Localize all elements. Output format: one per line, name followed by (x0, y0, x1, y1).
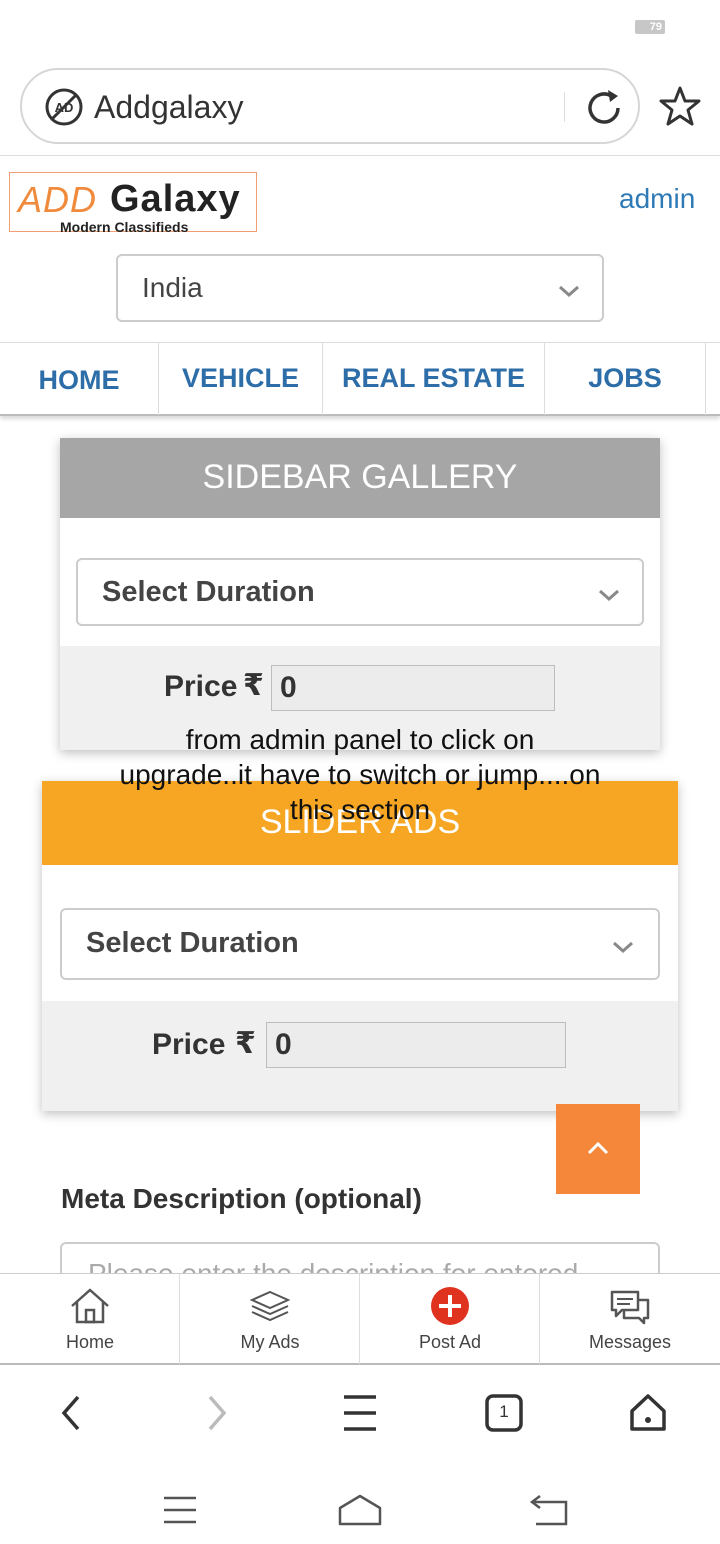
bookmark-star-icon[interactable] (658, 84, 702, 128)
annotation-line-3: this section (289, 794, 431, 825)
country-select[interactable]: India (116, 254, 604, 322)
browser-toolbar: 1 (0, 1365, 720, 1465)
chat-icon (610, 1290, 650, 1325)
home-page-icon[interactable] (624, 1389, 672, 1437)
layers-icon (249, 1290, 291, 1322)
app-tab-label: Messages (588, 1332, 672, 1352)
menu-icon[interactable] (336, 1389, 384, 1437)
nav-item-home[interactable]: HOME (0, 343, 159, 415)
logo-add-text: ADD (18, 179, 98, 220)
sidebar-gallery-title: SIDEBAR GALLERY (60, 438, 660, 518)
app-tab-my-ads[interactable]: My Ads (180, 1274, 360, 1364)
site-icon: AD (45, 88, 83, 126)
country-select-value: India (142, 272, 203, 303)
system-nav-bar (0, 1466, 720, 1544)
app-tab-messages[interactable]: Messages (540, 1274, 720, 1364)
sidebar-gallery-price-input[interactable]: 0 (271, 665, 555, 711)
price-label: Price (152, 1028, 226, 1061)
rupee-symbol: ₹ (235, 1027, 256, 1060)
admin-link[interactable]: admin (619, 183, 695, 215)
annotation-line-2: upgrade..it have to switch or jump....on (119, 759, 601, 790)
status-bar: 79 (0, 0, 720, 56)
price-label: Price (164, 670, 238, 703)
back-icon[interactable] (48, 1389, 96, 1437)
slider-ads-duration-select[interactable]: Select Duration (60, 908, 660, 980)
system-back-icon[interactable] (526, 1492, 574, 1528)
duration-select-value: Select Duration (86, 927, 299, 959)
category-nav: HOME VEHICLE REAL ESTATE JOBS (0, 342, 720, 416)
app-tab-label: My Ads (240, 1332, 300, 1352)
reload-icon[interactable] (582, 86, 626, 130)
nav-item-jobs[interactable]: JOBS (545, 343, 706, 415)
duration-select-value: Select Duration (102, 576, 315, 608)
recent-apps-icon[interactable] (156, 1492, 204, 1528)
slider-ads-price-row: Price ₹ 0 (42, 1001, 678, 1111)
url-text[interactable]: Addgalaxy (94, 87, 243, 127)
sidebar-gallery-duration-select[interactable]: Select Duration (76, 558, 644, 626)
slider-ads-card: SLIDER ADS Select Duration Price ₹ 0 (42, 781, 678, 1111)
logo-galaxy-text: Galaxy (110, 178, 241, 220)
url-field[interactable]: AD Addgalaxy (20, 68, 640, 144)
forward-icon[interactable] (192, 1389, 240, 1437)
slider-ads-price-input[interactable]: 0 (266, 1022, 566, 1068)
nav-item-real-estate[interactable]: REAL ESTATE (323, 343, 545, 415)
chevron-down-icon (559, 285, 579, 298)
app-tab-label: Home (65, 1332, 114, 1352)
app-tab-home[interactable]: Home (0, 1274, 180, 1364)
sidebar-gallery-card: SIDEBAR GALLERY Select Duration Price ₹ … (60, 438, 660, 750)
chevron-down-icon (613, 941, 633, 954)
home-icon (71, 1288, 109, 1324)
annotation-line-1: from admin panel to click on (185, 724, 535, 755)
app-tab-post-ad[interactable]: Post Ad (360, 1274, 540, 1364)
system-home-icon[interactable] (336, 1492, 384, 1528)
nav-item-vehicle[interactable]: VEHICLE (159, 343, 323, 415)
battery-icon: 79 (635, 20, 665, 34)
meta-description-label: Meta Description (optional) (61, 1183, 422, 1214)
logo-tagline: Modern Classifieds (60, 219, 189, 235)
tab-count: 1 (499, 1402, 509, 1421)
annotation-note: from admin panel to click on upgrade..it… (80, 722, 640, 827)
url-divider (564, 92, 565, 122)
tabs-button[interactable]: 1 (480, 1389, 528, 1437)
site-logo[interactable]: ADD Galaxy Modern Classifieds (9, 172, 257, 235)
app-bottom-nav: Home My Ads Post Ad Messages (0, 1273, 720, 1365)
chevron-down-icon (599, 589, 619, 602)
plus-circle-icon (431, 1287, 469, 1325)
rupee-symbol: ₹ (243, 669, 264, 702)
svg-text:AD: AD (55, 100, 74, 115)
app-tab-label: Post Ad (418, 1332, 482, 1352)
chevron-up-icon (587, 1141, 609, 1155)
browser-address-bar: AD Addgalaxy (0, 56, 720, 156)
scroll-to-top-button[interactable] (556, 1104, 640, 1194)
